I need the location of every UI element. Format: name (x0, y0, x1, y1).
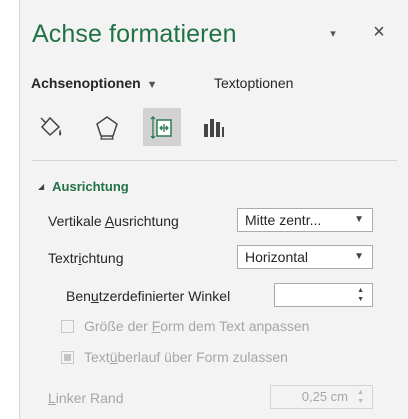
divider (32, 160, 397, 161)
format-axis-pane: Achse formatieren ▾ × Achsenoptionen ▼ Te… (19, 0, 408, 419)
axis-options-bars-icon[interactable] (194, 108, 232, 146)
vertical-alignment-label: Vertikale Ausrichtung (48, 213, 179, 229)
resize-shape-label: Größe der Form dem Text anpassen (84, 318, 310, 334)
resize-shape-checkbox[interactable] (61, 320, 74, 333)
tab-axis-options-label: Achsenoptionen (31, 75, 141, 91)
vertical-alignment-value: Mitte zentr... (245, 212, 322, 228)
tab-axis-options[interactable]: Achsenoptionen ▼ (31, 75, 158, 91)
left-margin-label: Linker Rand (48, 390, 124, 406)
chevron-down-icon: ▼ (354, 214, 364, 225)
section-alignment-title: Ausrichtung (52, 179, 129, 194)
left-margin-value: 0,25 cm (301, 389, 348, 404)
left-margin-spinner[interactable]: 0,25 cm ▲ ▼ (270, 385, 373, 409)
overflow-label: Textüberlauf über Form zulassen (84, 349, 288, 365)
task-pane-options-button[interactable]: ▾ (325, 27, 341, 41)
custom-angle-spinner[interactable]: ▲ ▼ (274, 283, 373, 307)
text-direction-label: Textrichtung (48, 250, 124, 266)
spinner-arrows-icon[interactable]: ▲ ▼ (357, 388, 364, 406)
chevron-down-icon[interactable]: ▼ (147, 79, 158, 91)
custom-angle-label: Benutzerdefinierter Winkel (66, 288, 231, 304)
close-button[interactable]: × (370, 22, 388, 42)
chevron-down-icon: ▼ (354, 251, 364, 262)
pane-title: Achse formatieren (32, 20, 237, 48)
text-direction-select[interactable]: Horizontal ▼ (237, 245, 373, 269)
effects-pentagon-icon[interactable] (88, 108, 126, 146)
section-alignment-header[interactable]: ◢ Ausrichtung (38, 179, 129, 194)
overflow-checkbox[interactable] (61, 351, 74, 364)
size-properties-icon[interactable] (143, 108, 181, 146)
tab-text-options[interactable]: Textoptionen (214, 75, 293, 91)
fill-line-icon[interactable] (32, 108, 70, 146)
category-icon-bar (32, 108, 232, 148)
text-direction-value: Horizontal (245, 249, 309, 265)
vertical-alignment-select[interactable]: Mitte zentr... ▼ (237, 208, 373, 232)
collapse-triangle-icon[interactable]: ◢ (38, 182, 44, 191)
spinner-arrows-icon[interactable]: ▲ ▼ (357, 286, 364, 304)
